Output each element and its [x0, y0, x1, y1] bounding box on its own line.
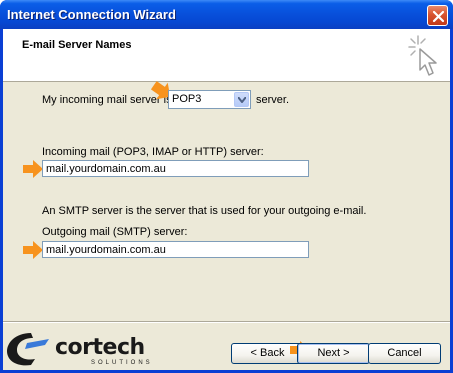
title-bar[interactable]: Internet Connection Wizard	[0, 0, 453, 29]
window-title: Internet Connection Wizard	[7, 7, 176, 22]
close-button[interactable]	[427, 5, 448, 26]
logo-text: cortech	[55, 335, 145, 360]
next-button[interactable]: Next >	[297, 343, 370, 364]
incoming-server-type-select[interactable]: POP3	[168, 90, 251, 109]
cortech-logo-icon	[7, 333, 49, 366]
orange-arrow-icon	[23, 160, 43, 178]
incoming-type-suffix: server.	[256, 94, 290, 106]
incoming-server-type-value: POP3	[172, 93, 202, 105]
outgoing-server-label: Outgoing mail (SMTP) server:	[42, 226, 188, 238]
incoming-server-input[interactable]: mail.yourdomain.com.au	[42, 160, 309, 177]
wizard-window: Internet Connection Wizard E-mail Server…	[0, 0, 453, 373]
dropdown-button[interactable]	[234, 92, 249, 107]
cancel-button[interactable]: Cancel	[368, 343, 441, 364]
logo-subtitle: SOLUTIONS	[91, 360, 153, 366]
wizard-sparkle-icon	[408, 35, 437, 76]
wizard-body: E-mail Server Names My incoming mail ser…	[3, 29, 450, 370]
smtp-description: An SMTP server is the server that is use…	[42, 205, 367, 217]
orange-arrow-icon	[23, 241, 43, 259]
incoming-server-label: Incoming mail (POP3, IMAP or HTTP) serve…	[42, 146, 264, 158]
page-title: E-mail Server Names	[22, 39, 132, 51]
wizard-header: E-mail Server Names	[3, 29, 450, 82]
footer-divider	[3, 321, 450, 323]
dropdown-arrow-icon	[238, 97, 246, 103]
outgoing-server-input[interactable]: mail.yourdomain.com.au	[42, 241, 309, 258]
close-icon	[432, 10, 445, 23]
